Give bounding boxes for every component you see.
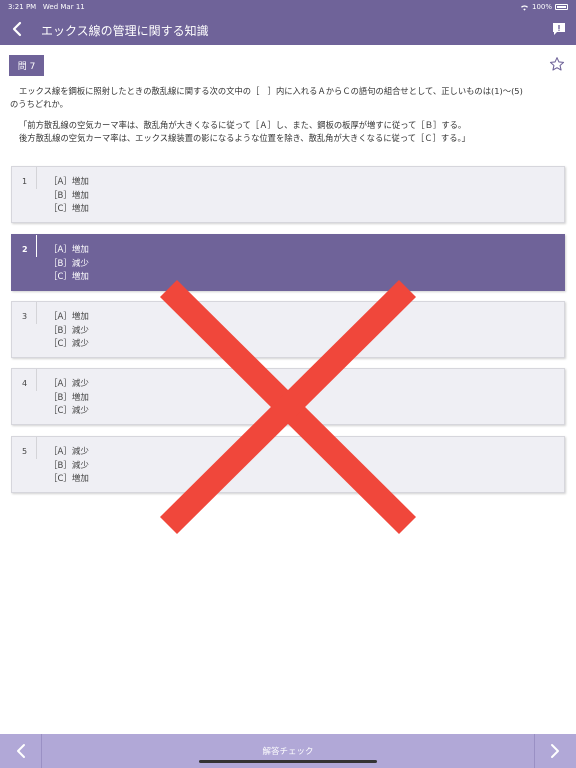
choice-c: ［C］増加 [49, 204, 89, 214]
battery-icon [555, 4, 568, 10]
comment-icon[interactable] [552, 22, 566, 36]
question-text: エックス線を鋼板に照射したときの散乱線に関する次の文中の［ ］内に入れるＡからＣ… [10, 85, 566, 145]
choice-c: ［C］増加 [49, 272, 89, 282]
next-question-button[interactable] [534, 734, 576, 768]
choice-b: ［B］減少 [49, 460, 89, 471]
choice-5[interactable]: 5 ［A］減少 ［B］減少 ［C］増加 [11, 436, 565, 493]
wifi-icon [520, 4, 528, 11]
choice-divider [36, 369, 37, 391]
choice-divider [36, 167, 37, 189]
choice-number: 3 [22, 312, 28, 321]
status-bar: 3:21 PM Wed Mar 11 100% [0, 0, 576, 14]
star-icon[interactable] [549, 56, 565, 72]
choice-c: ［C］増加 [49, 474, 89, 484]
status-time: 3:21 PM Wed Mar 11 [8, 3, 85, 11]
choice-a: ［A］減少 [49, 379, 89, 389]
choice-options: ［A］減少 ［B］増加 ［C］減少 [49, 378, 89, 419]
choice-options: ［A］減少 ［B］減少 ［C］増加 [49, 446, 89, 487]
choice-c: ［C］減少 [49, 339, 89, 349]
choice-4[interactable]: 4 ［A］減少 ［B］増加 ［C］減少 [11, 368, 565, 425]
question-line-1: エックス線を鋼板に照射したときの散乱線に関する次の文中の［ ］内に入れるＡからＣ… [19, 86, 523, 96]
choice-divider [36, 235, 37, 257]
choice-c: ［C］減少 [49, 406, 89, 416]
choice-a: ［A］増加 [49, 177, 89, 187]
home-indicator [199, 760, 377, 763]
choice-number: 2 [22, 245, 28, 254]
choice-divider [36, 302, 37, 324]
page-title: エックス線の管理に関する知識 [41, 24, 209, 38]
question-line-2: のうちどれか。 [10, 99, 68, 109]
choice-options: ［A］増加 ［B］減少 ［C］減少 [49, 311, 89, 352]
choice-options: ［A］増加 ［B］減少 ［C］増加 [49, 244, 89, 285]
choice-number: 5 [22, 447, 28, 456]
question-number-badge: 問 7 [9, 55, 44, 76]
chevron-left-icon[interactable] [8, 19, 28, 39]
choice-a: ［A］増加 [49, 245, 89, 255]
question-quote-2: 後方散乱線の空気カーマ率は、エックス線装置の影になるような位置を除き、散乱角が大… [19, 133, 470, 143]
prev-question-button[interactable] [0, 734, 42, 768]
nav-bar: エックス線の管理に関する知識 [0, 14, 576, 45]
question-quote-1: 「前方散乱線の空気カーマ率は、散乱角が大きくなるに従って［Ａ］し、また、鋼板の板… [19, 120, 467, 130]
choice-a: ［A］減少 [49, 447, 89, 457]
choice-3[interactable]: 3 ［A］増加 ［B］減少 ［C］減少 [11, 301, 565, 358]
choice-1[interactable]: 1 ［A］増加 ［B］増加 ［C］増加 [11, 166, 565, 223]
choice-2[interactable]: 2 ［A］増加 ［B］減少 ［C］増加 [11, 234, 565, 291]
choice-number: 4 [22, 379, 28, 388]
choice-b: ［B］増加 [49, 190, 89, 201]
choice-a: ［A］増加 [49, 312, 89, 322]
choice-b: ［B］増加 [49, 392, 89, 403]
choice-b: ［B］減少 [49, 258, 89, 269]
battery-percent: 100% [531, 3, 552, 11]
status-right: 100% [520, 3, 568, 11]
choice-divider [36, 437, 37, 459]
choice-b: ［B］減少 [49, 325, 89, 336]
choice-options: ［A］増加 ［B］増加 ［C］増加 [49, 176, 89, 217]
choice-number: 1 [22, 177, 28, 186]
